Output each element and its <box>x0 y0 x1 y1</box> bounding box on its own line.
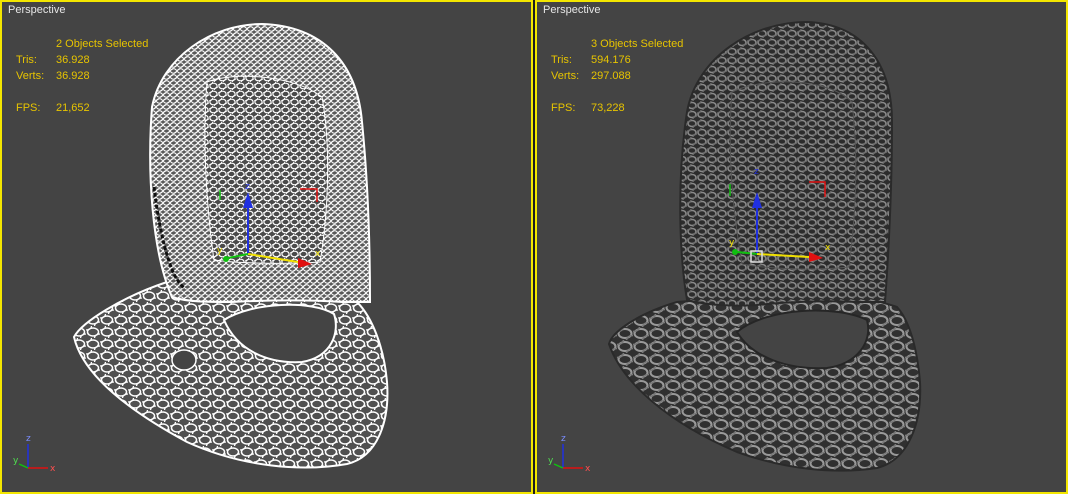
gizmo-y-label: y <box>217 246 223 256</box>
axis-tripod-icon: z x y <box>548 434 591 474</box>
fps-label: FPS: <box>551 102 576 114</box>
verts-label: Verts: <box>16 70 45 82</box>
verts-label: Verts: <box>551 70 580 82</box>
viewport-perspective-left[interactable]: z x y Perspective 2 Objects Selected Tri… <box>0 0 533 494</box>
selection-count: 3 Objects Selected <box>591 38 684 50</box>
coif-mantle <box>72 281 389 469</box>
fps-value: 73,228 <box>591 102 625 114</box>
tripod-z-label: z <box>26 434 31 444</box>
tris-label: Tris: <box>16 54 37 66</box>
gizmo-x-label: x <box>315 249 321 259</box>
tripod-z-label: z <box>561 434 566 444</box>
tris-value: 36.928 <box>56 54 90 66</box>
fps-value: 21,652 <box>56 102 90 114</box>
tripod-y-label: y <box>548 456 554 466</box>
viewport-statistics: 2 Objects Selected Tris: 36.928 Verts: 3… <box>16 36 148 116</box>
gizmo-y-label: y <box>729 238 735 248</box>
tripod-y-label: y <box>13 456 19 466</box>
viewport-statistics: 3 Objects Selected Tris: 594.176 Verts: … <box>551 36 683 116</box>
gizmo-z-label: z <box>245 182 250 192</box>
fps-label: FPS: <box>16 102 41 114</box>
viewport-label[interactable]: Perspective <box>8 4 65 16</box>
verts-value: 36.928 <box>56 70 90 82</box>
tripod-x-label: x <box>50 464 56 474</box>
gizmo-z-label: z <box>754 167 759 177</box>
axis-tripod-icon: z x y <box>13 434 56 474</box>
selection-count: 2 Objects Selected <box>56 38 149 50</box>
tris-label: Tris: <box>551 54 572 66</box>
tris-value: 594.176 <box>591 54 631 66</box>
verts-value: 297.088 <box>591 70 631 82</box>
viewport-label[interactable]: Perspective <box>543 4 600 16</box>
gizmo-x-label: x <box>825 243 831 253</box>
viewport-perspective-right[interactable]: z x y Perspective 3 Objects Selected Tri… <box>535 0 1068 494</box>
tripod-x-label: x <box>585 464 591 474</box>
